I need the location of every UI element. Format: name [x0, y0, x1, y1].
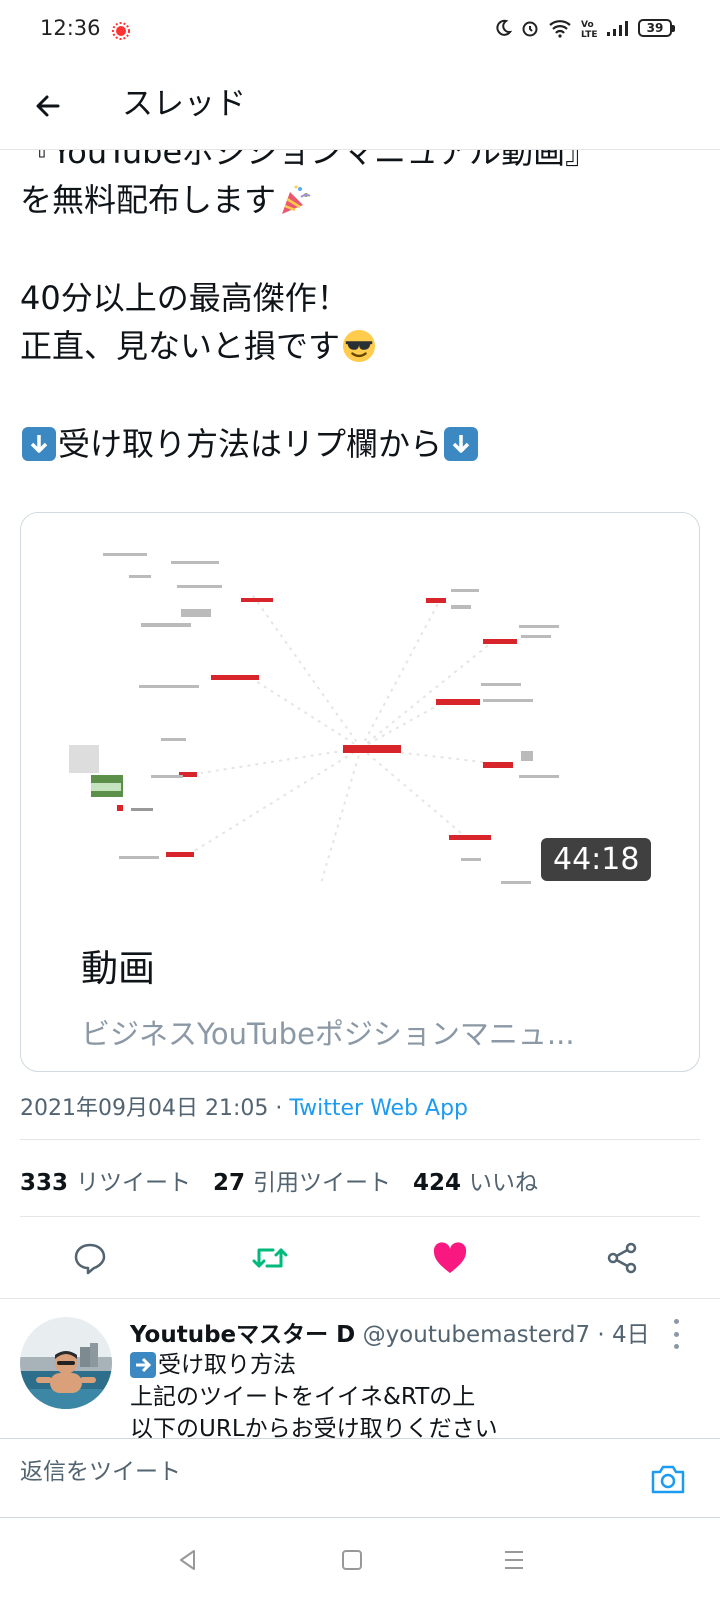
reply-author-name[interactable]: Youtubeマスター D — [130, 1322, 355, 1348]
quotes-stat[interactable]: 27 引用ツイート — [213, 1163, 391, 1197]
square-home-icon — [342, 1550, 362, 1570]
tweet-actions — [0, 1228, 720, 1292]
system-nav-bar — [0, 1518, 720, 1600]
likes-label: いいね — [469, 1170, 539, 1196]
screen-record-icon — [111, 21, 131, 45]
tweet-text: 『YouTubeポジションマニュアル動画』 を無料配布します 40分以上の最高傑… — [20, 128, 700, 468]
tweet-timestamp[interactable]: 2021年09月04日 21:05 — [20, 1096, 268, 1121]
divider — [20, 1139, 700, 1140]
status-bar: 12:36 Vo LTE 39 — [0, 0, 720, 62]
video-thumbnail[interactable]: 44:18 — [21, 513, 699, 905]
retweets-count: 333 — [20, 1170, 69, 1196]
tweet-meta: 2021年09月04日 21:05 · Twitter Web App — [20, 1090, 468, 1122]
arrow-left-icon — [36, 95, 60, 117]
back-button[interactable] — [24, 82, 72, 130]
menu-recents-icon — [505, 1551, 523, 1569]
tweet-line-text: 正直、見ないと損です — [20, 327, 341, 365]
retweet-button[interactable] — [244, 1232, 296, 1284]
reply-icon — [74, 1243, 106, 1275]
moon-icon — [494, 19, 512, 37]
tweet-line: を無料配布します — [20, 176, 700, 224]
likes-count: 424 — [413, 1170, 462, 1196]
sunglasses-face-icon — [342, 329, 376, 363]
reply-tweet[interactable]: Youtubeマスター D @youtubemasterd7 · 4日 受け取り… — [0, 1298, 720, 1438]
tweet-line: 40分以上の最高傑作！ — [20, 274, 700, 322]
camera-icon — [651, 1465, 685, 1494]
retweets-label: リツイート — [76, 1170, 192, 1196]
reply-compose-bar — [0, 1438, 720, 1518]
user-photo — [20, 1317, 112, 1409]
reply-line: 受け取り方法 — [130, 1349, 498, 1381]
likes-stat[interactable]: 424 いいね — [413, 1163, 538, 1197]
reply-input[interactable] — [20, 1459, 620, 1485]
quotes-count: 27 — [213, 1170, 246, 1196]
camera-button[interactable] — [646, 1457, 690, 1501]
reply-line: 上記のツイートをイイネ&RTの上 — [130, 1384, 476, 1410]
reply-text: 受け取り方法 上記のツイートをイイネ&RTの上 以下のURLからお受け取りくださ… — [130, 1349, 498, 1438]
nav-back-button[interactable] — [168, 1540, 208, 1580]
svg-text:Vo: Vo — [581, 20, 594, 30]
share-button[interactable] — [596, 1232, 648, 1284]
status-time: 12:36 — [40, 16, 101, 40]
reply-line-text: 受け取り方法 — [158, 1352, 296, 1378]
heart-icon — [433, 1242, 467, 1273]
tweet-line-text: 40分以上の最高傑作！ — [20, 279, 349, 317]
tweet-line: 正直、見ないと損です — [20, 322, 700, 370]
nav-recents-button[interactable] — [494, 1540, 534, 1580]
alarm-icon — [520, 18, 540, 38]
volte-icon: Vo LTE — [580, 18, 598, 38]
reply-author-handle: @youtubemasterd7 · 4日 — [362, 1322, 650, 1348]
quotes-label: 引用ツイート — [253, 1170, 392, 1196]
tweet-source[interactable]: Twitter Web App — [289, 1096, 468, 1121]
retweets-stat[interactable]: 333 リツイート — [20, 1163, 191, 1197]
retweet-icon — [252, 1248, 288, 1268]
video-card[interactable]: 44:18 動画 ビジネスYouTubeポジションマニュ... — [20, 512, 700, 1072]
tweet-line-text: 受け取り方法はリプ欄から — [58, 425, 443, 463]
share-icon — [607, 1242, 637, 1274]
more-options-button[interactable] — [664, 1319, 688, 1349]
wifi-icon — [548, 18, 572, 38]
tweet-stats: 333 リツイート 27 引用ツイート 424 いいね — [20, 1163, 538, 1197]
tweet-line-text: を無料配布します — [20, 181, 277, 219]
reply-line: 以下のURLからお受け取りください — [130, 1416, 498, 1438]
tweet-line: 受け取り方法はリプ欄から — [20, 420, 700, 468]
header: スレッド — [0, 62, 720, 150]
party-popper-icon — [278, 183, 312, 217]
reply-header: Youtubeマスター D @youtubemasterd7 · 4日 — [130, 1315, 650, 1349]
signal-icon — [606, 19, 630, 37]
like-button[interactable] — [424, 1232, 476, 1284]
svg-text:LTE: LTE — [581, 30, 598, 38]
avatar[interactable] — [20, 1317, 112, 1409]
meta-separator: · — [268, 1096, 290, 1121]
right-arrow-icon — [130, 1352, 156, 1378]
divider — [20, 1216, 700, 1217]
card-title: 動画 — [81, 947, 155, 990]
nav-home-button[interactable] — [332, 1540, 372, 1580]
down-arrow-icon — [444, 427, 479, 461]
status-icons: Vo LTE 39 — [494, 18, 675, 38]
video-duration: 44:18 — [541, 838, 652, 881]
down-arrow-icon — [22, 427, 56, 461]
battery-icon: 39 — [638, 19, 675, 37]
card-description: ビジネスYouTubeポジションマニュ... — [81, 1017, 575, 1051]
page-title: スレッド — [122, 86, 246, 122]
triangle-back-icon — [180, 1550, 195, 1570]
reply-button[interactable] — [64, 1232, 116, 1284]
